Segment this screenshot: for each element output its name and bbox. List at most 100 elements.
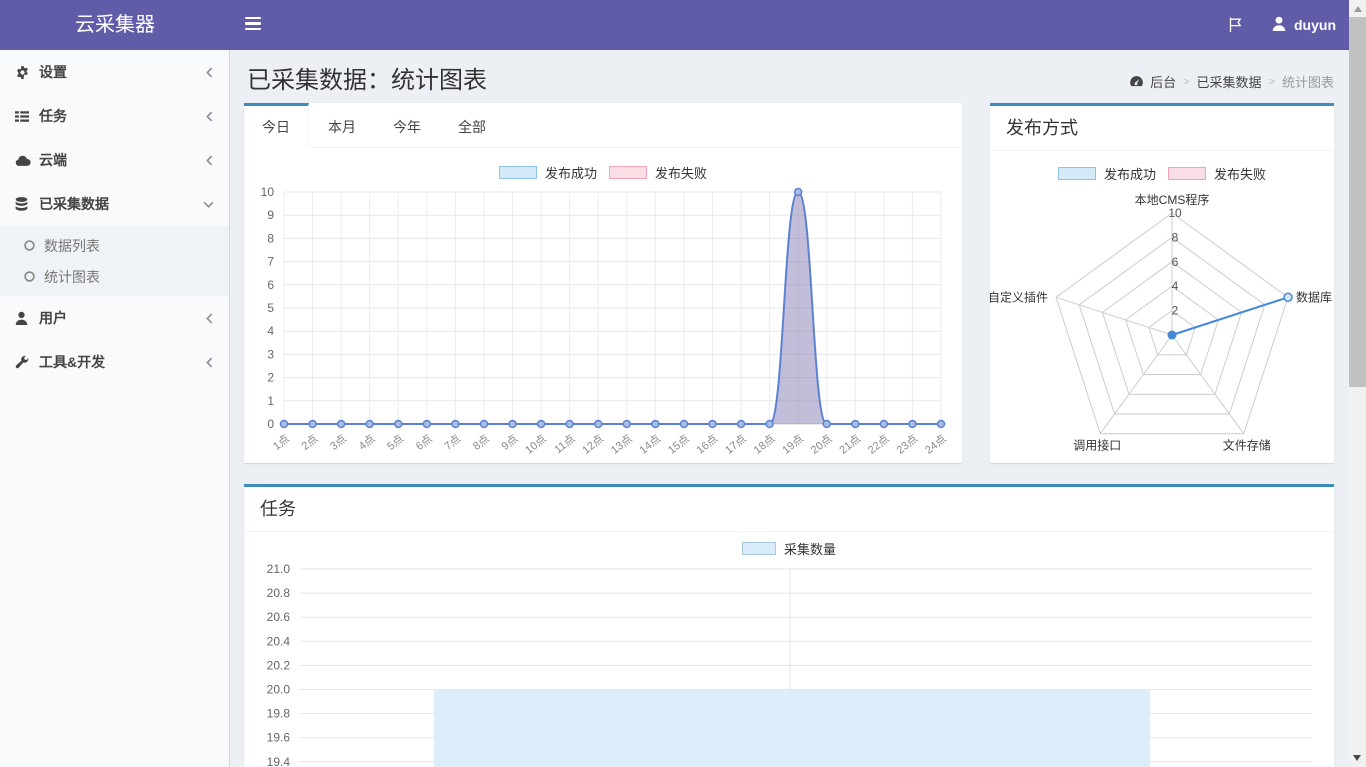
svg-text:12点: 12点 bbox=[580, 432, 606, 457]
svg-text:23点: 23点 bbox=[894, 432, 920, 457]
svg-text:3: 3 bbox=[267, 347, 274, 361]
task-panel: 任务 采集数量 21.020.820.620.420.220.019.819.6… bbox=[244, 484, 1334, 767]
gear-icon bbox=[15, 65, 39, 80]
breadcrumb: 后台 > 已采集数据 > 统计图表 bbox=[1129, 72, 1334, 91]
svg-text:17点: 17点 bbox=[723, 432, 749, 457]
breadcrumb-collected-data[interactable]: 已采集数据 bbox=[1197, 72, 1262, 91]
svg-text:10: 10 bbox=[1168, 206, 1182, 220]
svg-text:21.0: 21.0 bbox=[267, 562, 291, 576]
success-swatch bbox=[1058, 167, 1096, 180]
hourly-chart-panel: 今日 本月 今年 全部 发布成功 发布失败 0123456789101点2点3点… bbox=[244, 103, 962, 463]
legend-item-fail[interactable]: 发布失败 bbox=[609, 163, 707, 182]
svg-text:数据库: 数据库 bbox=[1296, 289, 1332, 304]
svg-text:6: 6 bbox=[1172, 255, 1179, 269]
circle-icon bbox=[24, 271, 44, 282]
scrollbar[interactable] bbox=[1349, 0, 1366, 767]
sidebar-item-users[interactable]: 用户 bbox=[0, 296, 229, 340]
legend-label: 采集数量 bbox=[784, 539, 836, 558]
breadcrumb-home[interactable]: 后台 bbox=[1150, 72, 1176, 91]
svg-text:14点: 14点 bbox=[637, 432, 663, 457]
tab-this-year[interactable]: 今年 bbox=[375, 103, 439, 148]
legend-item-fail[interactable]: 发布失败 bbox=[1168, 164, 1266, 183]
svg-text:20.0: 20.0 bbox=[267, 683, 291, 697]
svg-text:20.6: 20.6 bbox=[267, 610, 291, 624]
user-icon bbox=[1272, 16, 1286, 34]
svg-text:8点: 8点 bbox=[470, 432, 491, 453]
svg-text:20.4: 20.4 bbox=[267, 634, 291, 648]
scrollbar-thumb[interactable] bbox=[1349, 17, 1366, 387]
fail-swatch bbox=[609, 166, 647, 179]
sidebar-item-cloud[interactable]: 云端 bbox=[0, 138, 229, 182]
legend-label: 发布成功 bbox=[1104, 164, 1156, 183]
scrollbar-up-arrow[interactable] bbox=[1354, 6, 1362, 12]
hourly-chart-legend: 发布成功 发布失败 bbox=[244, 164, 962, 180]
breadcrumb-current: 统计图表 bbox=[1282, 72, 1334, 91]
svg-text:8: 8 bbox=[1172, 230, 1179, 244]
sidebar-item-collected-data[interactable]: 已采集数据 bbox=[0, 182, 229, 226]
svg-text:自定义插件: 自定义插件 bbox=[990, 289, 1048, 304]
success-swatch bbox=[499, 166, 537, 179]
svg-text:20.2: 20.2 bbox=[267, 658, 291, 672]
sidebar-item-label: 设置 bbox=[39, 62, 67, 82]
svg-text:本地CMS程序: 本地CMS程序 bbox=[1135, 192, 1210, 207]
top-navbar: 云采集器 duyun bbox=[0, 0, 1366, 50]
svg-text:19.4: 19.4 bbox=[267, 755, 291, 767]
legend-item-success[interactable]: 发布成功 bbox=[499, 163, 597, 182]
user-icon bbox=[15, 311, 39, 325]
tasks-icon bbox=[15, 110, 39, 123]
radar-legend: 发布成功 发布失败 bbox=[990, 165, 1334, 181]
svg-text:16点: 16点 bbox=[694, 432, 720, 457]
svg-text:4: 4 bbox=[1172, 279, 1179, 293]
svg-text:11点: 11点 bbox=[552, 432, 578, 456]
legend-item-collect[interactable]: 采集数量 bbox=[742, 539, 836, 558]
chevron-left-icon bbox=[205, 155, 214, 166]
svg-text:2: 2 bbox=[267, 371, 274, 385]
svg-text:1: 1 bbox=[267, 394, 274, 408]
svg-text:6: 6 bbox=[267, 278, 274, 292]
user-menu[interactable]: duyun bbox=[1272, 16, 1336, 34]
sidebar-item-label: 已采集数据 bbox=[39, 194, 109, 214]
app-brand[interactable]: 云采集器 bbox=[0, 0, 230, 50]
navbar-right: duyun bbox=[1228, 0, 1336, 50]
sidebar-item-label: 工具&开发 bbox=[39, 352, 105, 372]
breadcrumb-separator: > bbox=[1183, 76, 1189, 88]
svg-text:19点: 19点 bbox=[780, 432, 806, 457]
svg-text:调用接口: 调用接口 bbox=[1073, 438, 1121, 451]
svg-text:10点: 10点 bbox=[523, 432, 549, 457]
submenu-item-label: 数据列表 bbox=[44, 236, 100, 256]
svg-text:4: 4 bbox=[267, 324, 274, 338]
task-panel-title: 任务 bbox=[244, 487, 1334, 532]
scrollbar-down-arrow[interactable] bbox=[1353, 755, 1361, 761]
username: duyun bbox=[1294, 17, 1336, 33]
tab-this-month[interactable]: 本月 bbox=[310, 103, 374, 148]
sidebar-submenu: 数据列表 统计图表 bbox=[0, 226, 229, 296]
hamburger-icon bbox=[245, 17, 261, 19]
publish-method-panel: 发布方式 发布成功 发布失败 本地CMS程序数据库文件存储调用接口自定义插件24… bbox=[990, 103, 1334, 463]
sidebar-item-statistics-chart[interactable]: 统计图表 bbox=[0, 261, 229, 292]
tab-today[interactable]: 今日 bbox=[244, 103, 309, 148]
tab-all[interactable]: 全部 bbox=[440, 103, 504, 148]
wrench-icon bbox=[15, 355, 39, 369]
sidebar-item-tools-dev[interactable]: 工具&开发 bbox=[0, 340, 229, 384]
svg-text:8: 8 bbox=[267, 231, 274, 245]
svg-text:22点: 22点 bbox=[865, 432, 891, 457]
svg-text:20点: 20点 bbox=[808, 432, 834, 457]
chevron-left-icon bbox=[205, 111, 214, 122]
svg-text:6点: 6点 bbox=[413, 432, 434, 453]
circle-icon bbox=[24, 240, 44, 251]
svg-text:7点: 7点 bbox=[442, 432, 463, 453]
svg-text:2: 2 bbox=[1172, 304, 1179, 318]
sidebar-item-data-list[interactable]: 数据列表 bbox=[0, 230, 229, 261]
svg-text:1点: 1点 bbox=[270, 432, 291, 453]
sidebar-item-settings[interactable]: 设置 bbox=[0, 50, 229, 94]
fail-swatch bbox=[1168, 167, 1206, 180]
sidebar-item-tasks[interactable]: 任务 bbox=[0, 94, 229, 138]
sidebar-toggle-button[interactable] bbox=[230, 0, 275, 50]
legend-item-success[interactable]: 发布成功 bbox=[1058, 164, 1156, 183]
svg-text:10: 10 bbox=[261, 185, 275, 199]
collect-swatch bbox=[742, 542, 776, 555]
svg-text:2点: 2点 bbox=[299, 432, 320, 453]
sidebar-item-label: 用户 bbox=[39, 308, 67, 328]
svg-text:9点: 9点 bbox=[499, 432, 520, 453]
flag-icon[interactable] bbox=[1228, 17, 1244, 33]
